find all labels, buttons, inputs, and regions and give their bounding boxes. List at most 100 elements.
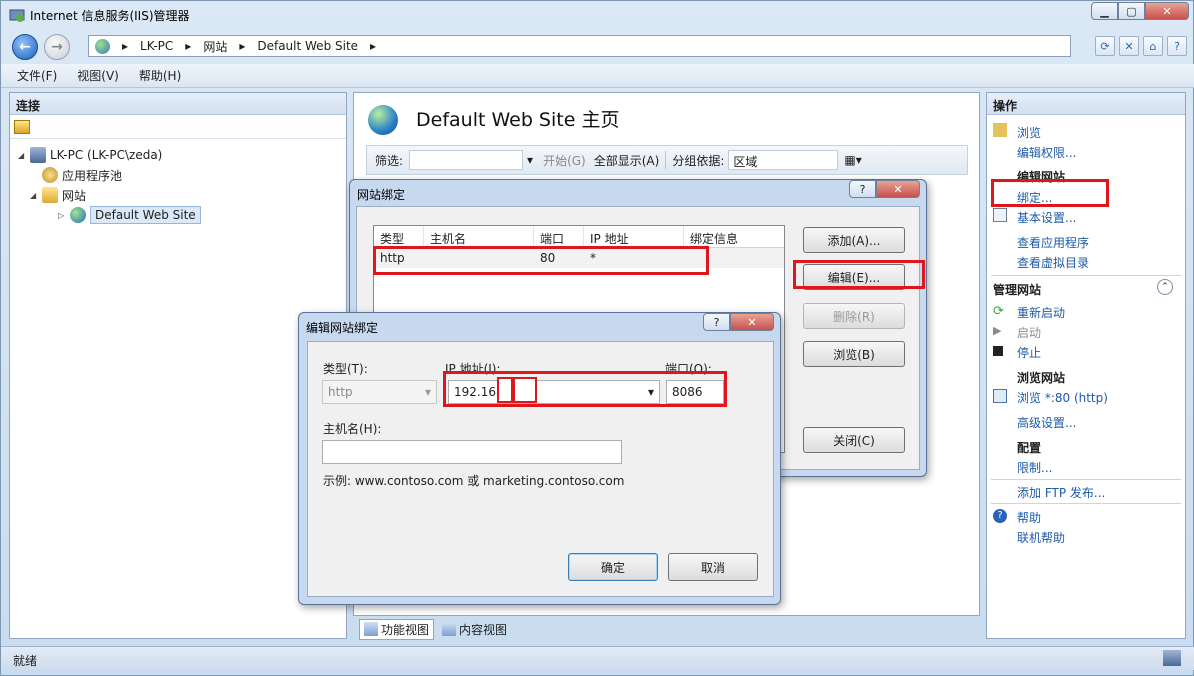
action-start[interactable]: 启动: [1017, 324, 1041, 341]
expand-icon[interactable]: ▷: [58, 211, 68, 220]
action-advanced-settings[interactable]: 高级设置...: [1017, 414, 1076, 431]
divider: [991, 275, 1181, 276]
refresh-icon[interactable]: ⟳: [1095, 36, 1115, 56]
iis-manager-window: Internet 信息服务(IIS)管理器 ▁ ▢ ✕ ← → ▸ LK-PC …: [0, 0, 1194, 676]
website-globe-icon: [368, 105, 398, 135]
breadcrumb-server[interactable]: LK-PC: [140, 39, 173, 53]
tree-node-default-web-site[interactable]: ▷ Default Web Site: [18, 205, 346, 225]
show-all-button[interactable]: 全部显示(A): [594, 152, 660, 169]
column-port[interactable]: 端口: [534, 226, 584, 247]
cancel-button[interactable]: 取消: [668, 553, 758, 581]
browse-binding-button[interactable]: 浏览(B): [803, 341, 905, 367]
connections-title: 连接: [10, 93, 346, 115]
group-by-label: 分组依据:: [672, 153, 725, 168]
address-bar[interactable]: ▸ LK-PC ▸ 网站 ▸ Default Web Site ▸: [88, 35, 1071, 57]
highlight-http-row: [373, 246, 709, 275]
home-icon[interactable]: ⌂: [1143, 36, 1163, 56]
dialog-help-button[interactable]: ?: [703, 313, 730, 331]
help-icon[interactable]: ?: [1167, 36, 1187, 56]
action-edit-permissions[interactable]: 编辑权限...: [1017, 144, 1076, 161]
group-by-select[interactable]: 区域: [728, 150, 839, 170]
menu-help[interactable]: 帮助(H): [139, 67, 181, 84]
view-options-icon[interactable]: ▦▾: [844, 153, 861, 167]
help-icon: ?: [993, 509, 1007, 523]
restart-icon: ⟳: [993, 304, 1004, 319]
dialog-title: 网站绑定: [357, 188, 406, 202]
back-button[interactable]: ←: [12, 34, 38, 60]
column-binding-info[interactable]: 绑定信息: [684, 226, 784, 247]
dialog-help-button[interactable]: ?: [849, 180, 876, 198]
breadcrumb-chevron-icon: ▸: [239, 39, 246, 53]
redaction-block: [497, 377, 513, 403]
page-title: Default Web Site 主页: [416, 109, 620, 131]
tree-node-app-pools[interactable]: 应用程序池: [18, 165, 346, 185]
dropdown-arrow-icon[interactable]: ▾: [527, 153, 533, 167]
app-pool-icon: [42, 167, 58, 183]
server-icon: [30, 147, 46, 163]
menu-bar: 文件(F) 视图(V) 帮助(H): [1, 64, 1194, 88]
highlight-ip-port: [443, 371, 727, 407]
close-dialog-button[interactable]: 关闭(C): [803, 427, 905, 453]
collapse-icon[interactable]: ◢: [30, 191, 40, 200]
action-basic-settings[interactable]: 基本设置...: [1017, 209, 1076, 226]
ok-button[interactable]: 确定: [568, 553, 658, 581]
go-button[interactable]: 开始(G): [543, 152, 586, 169]
tree-node-server[interactable]: ◢ LK-PC (LK-PC\zeda): [18, 145, 346, 165]
connections-tree: ◢ LK-PC (LK-PC\zeda) 应用程序池 ◢ 网站 ▷ Defaul…: [10, 139, 346, 225]
sites-folder-icon: [42, 187, 58, 203]
features-view-icon: [364, 622, 378, 636]
action-browse[interactable]: 浏览: [1017, 124, 1041, 141]
tab-features-view[interactable]: 功能视图: [359, 618, 435, 640]
dialog-close-button[interactable]: ✕: [876, 180, 920, 198]
browse-folder-icon: [993, 123, 1007, 137]
title-bar: Internet 信息服务(IIS)管理器 ▁ ▢ ✕: [1, 1, 1194, 29]
collapse-up-icon[interactable]: ⌃: [1157, 279, 1173, 295]
collapse-icon[interactable]: ◢: [18, 151, 28, 160]
example-text: 示例: www.contoso.com 或 marketing.contoso.…: [323, 474, 625, 488]
settings-icon: [993, 208, 1007, 222]
breadcrumb-sites[interactable]: 网站: [203, 38, 227, 55]
maximize-button[interactable]: ▢: [1118, 2, 1145, 20]
globe-icon: [95, 38, 110, 54]
breadcrumb-site[interactable]: Default Web Site: [257, 39, 358, 53]
breadcrumb-chevron-icon: ▸: [122, 39, 129, 53]
action-view-virtual-directories[interactable]: 查看虚拟目录: [1017, 254, 1089, 271]
dialog-close-button[interactable]: ✕: [730, 313, 774, 331]
type-select[interactable]: http ▾: [322, 380, 437, 404]
add-binding-button[interactable]: 添加(A)...: [803, 227, 905, 253]
action-restart[interactable]: 重新启动: [1017, 304, 1065, 321]
action-browse-http[interactable]: 浏览 *:80 (http): [1017, 389, 1108, 406]
breadcrumb-chevron-icon: ▸: [370, 39, 377, 53]
column-hostname[interactable]: 主机名: [424, 226, 534, 247]
separator: [665, 151, 667, 169]
column-ip[interactable]: IP 地址: [584, 226, 684, 247]
action-help[interactable]: 帮助: [1017, 509, 1041, 526]
action-stop[interactable]: 停止: [1017, 344, 1041, 361]
minimize-button[interactable]: ▁: [1091, 2, 1118, 20]
divider: [991, 503, 1181, 504]
menu-view[interactable]: 视图(V): [77, 67, 119, 84]
hostname-input[interactable]: [322, 440, 622, 464]
connect-icon[interactable]: [14, 119, 30, 134]
filter-input[interactable]: [409, 150, 524, 170]
action-add-ftp[interactable]: 添加 FTP 发布...: [1017, 484, 1105, 501]
action-online-help[interactable]: 联机帮助: [1017, 529, 1065, 546]
section-browse-site: 浏览网站: [1017, 371, 1066, 385]
window-title: Internet 信息服务(IIS)管理器: [30, 9, 190, 23]
close-button[interactable]: ✕: [1145, 2, 1189, 20]
dialog-title: 编辑网站绑定: [306, 321, 379, 335]
forward-button[interactable]: →: [44, 34, 70, 60]
action-view-applications[interactable]: 查看应用程序: [1017, 234, 1089, 251]
stop-icon[interactable]: ✕: [1119, 36, 1139, 56]
navigation-bar: ← → ▸ LK-PC ▸ 网站 ▸ Default Web Site ▸ ⟳ …: [1, 31, 1194, 63]
network-icon: [1163, 650, 1181, 666]
action-limits[interactable]: 限制...: [1017, 459, 1052, 476]
remove-binding-button[interactable]: 删除(R): [803, 303, 905, 329]
tab-content-view[interactable]: 内容视图: [438, 620, 511, 639]
website-globe-icon: [70, 207, 86, 223]
menu-file[interactable]: 文件(F): [17, 67, 57, 84]
column-type[interactable]: 类型: [374, 226, 424, 247]
status-bar: 就绪: [1, 646, 1194, 670]
tree-node-sites[interactable]: ◢ 网站: [18, 185, 346, 205]
stop-square-icon: [993, 346, 1003, 356]
